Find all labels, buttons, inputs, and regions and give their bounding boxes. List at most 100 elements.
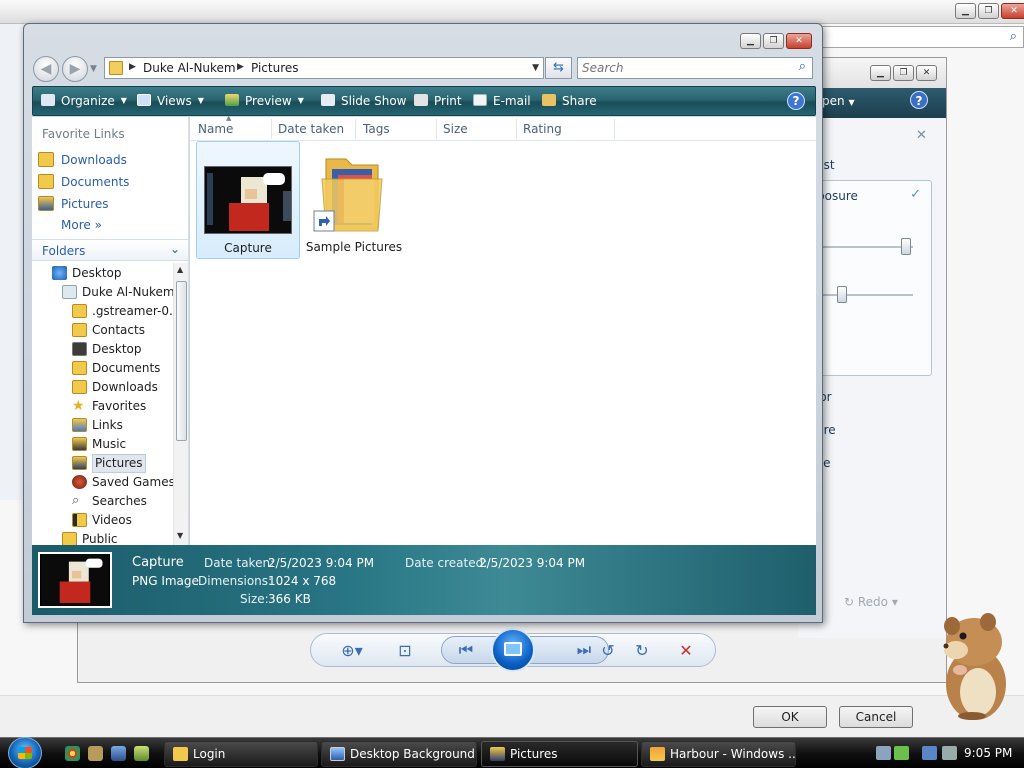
switch-windows-icon[interactable] (134, 746, 149, 761)
chevron-right-icon[interactable]: ▶ (129, 62, 136, 72)
email-button[interactable]: E-mail (473, 94, 531, 108)
rotate-right-icon[interactable]: ↻ (631, 640, 653, 662)
share-icon (542, 94, 556, 106)
breadcrumb-pictures[interactable]: Pictures (251, 61, 299, 75)
links-icon (72, 418, 87, 432)
clock[interactable]: 9:05 PM (964, 746, 1012, 760)
preview-icon (225, 94, 239, 106)
close-button[interactable]: ✕ (916, 65, 937, 81)
redo-button[interactable]: ↻ Redo ▾ (844, 595, 898, 609)
restore-button[interactable]: ❐ (978, 3, 999, 19)
minimize-button[interactable]: ▁ (870, 65, 891, 81)
column-divider[interactable] (614, 119, 615, 139)
favorite-links-header: Favorite Links (42, 127, 125, 141)
contrast-slider[interactable] (837, 286, 847, 303)
favorite-link-documents[interactable]: Documents (38, 172, 183, 192)
folders-header[interactable]: Folders ⌄ (32, 239, 188, 261)
rotate-left-icon[interactable]: ↺ (597, 640, 619, 662)
maximize-button[interactable]: ❐ (763, 33, 784, 49)
volume-muted-icon[interactable] (942, 746, 957, 760)
sort-ascending-icon: ▲ (226, 114, 232, 122)
details-size-label: Size: (240, 592, 269, 606)
column-tags[interactable]: Tags (363, 122, 390, 136)
preview-button[interactable]: Preview ▼ (225, 94, 304, 108)
favorite-link-pictures[interactable]: Pictures (38, 194, 183, 214)
desktop-folder-icon (72, 342, 87, 356)
details-file-type: PNG Image (132, 574, 199, 588)
slide-show-button[interactable]: Slide Show (321, 94, 406, 108)
organize-button[interactable]: Organize ▼ (41, 94, 127, 108)
column-divider[interactable] (271, 119, 272, 139)
taskbar-item-login[interactable]: Login (164, 741, 318, 767)
show-desktop-icon[interactable] (111, 746, 126, 761)
minimize-button[interactable]: ▁ (955, 3, 976, 19)
search-box[interactable]: ⌕ (577, 57, 813, 79)
tray-update-icon[interactable] (894, 746, 909, 760)
taskbar-item-pictures[interactable]: Pictures (481, 741, 638, 767)
print-button[interactable]: Print (414, 94, 462, 108)
recent-pages-dropdown[interactable]: ▼ (90, 64, 97, 74)
column-date-taken[interactable]: Date taken (278, 122, 344, 136)
hamster-gadget[interactable] (930, 612, 1016, 722)
cancel-button[interactable]: Cancel (839, 706, 913, 728)
forward-button[interactable]: ▶ (62, 56, 88, 82)
tray-app-icon[interactable] (876, 746, 891, 760)
network-icon[interactable] (922, 746, 937, 760)
scroll-up-icon[interactable]: ▲ (177, 265, 183, 274)
column-divider[interactable] (436, 119, 437, 139)
details-date-taken-value[interactable]: 2/5/2023 9:04 PM (268, 556, 374, 570)
search-icon[interactable]: ⌕ (799, 59, 806, 74)
zoom-icon[interactable]: ⊕▾ (335, 640, 369, 662)
help-icon[interactable]: ? (787, 92, 805, 110)
fix-item-exposure[interactable]: posure (817, 189, 858, 203)
start-button[interactable] (8, 737, 42, 768)
minimize-button[interactable]: ▁ (740, 33, 761, 49)
delete-icon[interactable]: ✕ (675, 640, 697, 662)
breadcrumb-user[interactable]: Duke Al-Nukem (143, 61, 236, 75)
chrome-icon[interactable] (65, 746, 80, 761)
views-button[interactable]: Views ▼ (137, 94, 204, 108)
brightness-slider[interactable] (901, 238, 911, 255)
favorite-link-downloads[interactable]: Downloads (38, 150, 183, 170)
close-button[interactable]: ✕ (1001, 3, 1024, 19)
quick-launch-icon[interactable] (88, 746, 103, 761)
column-name[interactable]: Name (198, 122, 233, 136)
scroll-down-icon[interactable]: ▼ (177, 531, 183, 540)
help-icon[interactable]: ? (910, 91, 928, 109)
address-bar[interactable]: ▶ Duke Al-Nukem ▶ Pictures ▼ (104, 57, 544, 79)
chevron-down-icon: ⌄ (169, 242, 180, 256)
file-item-capture[interactable]: Capture (196, 141, 300, 259)
search-input[interactable] (582, 60, 782, 76)
actual-size-icon[interactable]: ⊡ (393, 640, 417, 662)
play-slideshow-button[interactable] (491, 628, 535, 672)
user-folder-icon (62, 285, 77, 299)
pictures-folder-icon (109, 61, 123, 75)
close-icon[interactable]: ✕ (916, 128, 927, 143)
desktop-icon (52, 266, 67, 280)
details-dimensions-value: 1024 x 768 (268, 574, 337, 588)
slideshow-icon (321, 94, 335, 106)
back-button[interactable]: ◀ (33, 56, 59, 82)
open-menu-button[interactable]: pen ▼ (822, 94, 855, 108)
favorites-icon: ★ (72, 398, 85, 414)
column-divider[interactable] (516, 119, 517, 139)
taskbar-item-desktop-background[interactable]: Desktop Background (321, 741, 477, 767)
share-button[interactable]: Share (542, 94, 597, 108)
ok-button[interactable]: OK (753, 706, 827, 728)
restore-button[interactable]: ❐ (893, 65, 914, 81)
scrollbar-thumb[interactable] (176, 281, 187, 441)
column-divider[interactable] (355, 119, 356, 139)
next-icon[interactable]: ⏭ (574, 639, 594, 661)
taskbar-item-photo-gallery[interactable]: Harbour - Windows ... (641, 741, 796, 767)
more-favorites-link[interactable]: More » (61, 218, 102, 232)
chevron-right-icon[interactable]: ▶ (237, 62, 244, 72)
background-search-box[interactable]: ⌕ (820, 26, 1024, 48)
column-rating[interactable]: Rating (523, 122, 562, 136)
file-item-sample-pictures[interactable]: Sample Pictures (302, 141, 406, 259)
column-size[interactable]: Size (443, 122, 468, 136)
address-dropdown-icon[interactable]: ▼ (532, 63, 539, 73)
previous-icon[interactable]: ⏮ (456, 639, 476, 661)
refresh-button[interactable]: ⇆ (545, 57, 572, 79)
close-button[interactable]: ✕ (786, 33, 812, 49)
folder-tree-scrollbar[interactable]: ▲ ▼ (173, 263, 188, 545)
